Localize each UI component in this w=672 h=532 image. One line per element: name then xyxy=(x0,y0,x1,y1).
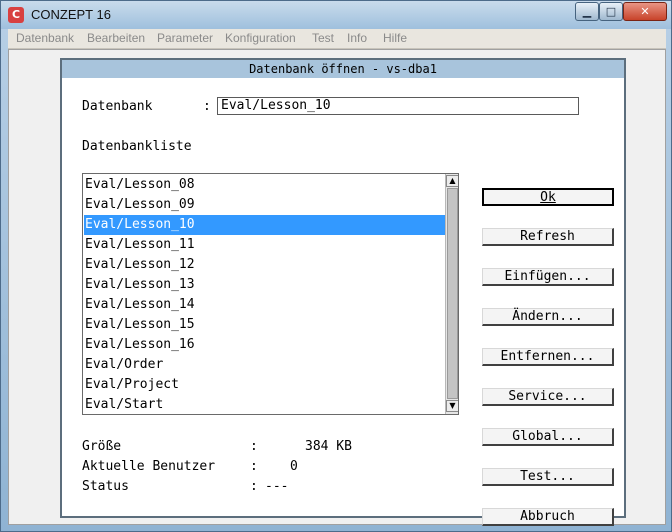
list-scrollbar[interactable]: ▲ ▼ xyxy=(445,174,458,414)
status-label: Status xyxy=(82,479,129,494)
menu-datenbank[interactable]: Datenbank xyxy=(16,31,74,45)
list-item[interactable]: Eval/Lesson_16 xyxy=(84,335,445,355)
current-users-label: Aktuelle Benutzer xyxy=(82,459,216,474)
status-colon: : xyxy=(250,479,258,494)
menu-bar: Datenbank Bearbeiten Parameter Konfigura… xyxy=(8,29,666,49)
scroll-up-icon[interactable]: ▲ xyxy=(446,175,458,187)
remove-button[interactable]: Entfernen... xyxy=(482,348,614,366)
app-window: C CONZEPT 16 ▁ □ ✕ Datenbank Bearbeiten … xyxy=(0,0,672,532)
status-value: --- xyxy=(265,479,289,494)
window-title: CONZEPT 16 xyxy=(31,7,111,22)
database-list-label: Datenbankliste xyxy=(82,139,192,154)
menu-konfiguration[interactable]: Konfiguration xyxy=(225,31,296,45)
database-label: Datenbank xyxy=(82,99,153,114)
list-item[interactable]: Eval/Lesson_12 xyxy=(84,255,445,275)
list-item[interactable]: Eval/Project xyxy=(84,375,445,395)
menu-hilfe[interactable]: Hilfe xyxy=(383,31,407,45)
size-label: Größe xyxy=(82,439,122,454)
maximize-button[interactable]: □ xyxy=(599,2,623,21)
open-database-dialog: Datenbank öffnen - vs-dba1 Datenbank : E… xyxy=(60,58,626,526)
dialog-title: Datenbank öffnen - vs-dba1 xyxy=(62,60,624,78)
list-item[interactable]: Eval/Start xyxy=(84,395,445,414)
scroll-thumb[interactable] xyxy=(447,188,458,399)
refresh-button[interactable]: Refresh xyxy=(482,228,614,246)
ok-button[interactable]: Ok xyxy=(482,188,614,206)
database-input[interactable]: Eval/Lesson_10 xyxy=(217,97,579,115)
client-area: Datenbank öffnen - vs-dba1 Datenbank : E… xyxy=(8,49,666,526)
list-item[interactable]: Eval/Lesson_09 xyxy=(84,195,445,215)
list-item[interactable]: Eval/Lesson_08 xyxy=(84,175,445,195)
current-users-value: 0 xyxy=(290,459,298,474)
database-colon: : xyxy=(203,99,211,114)
scroll-down-icon[interactable]: ▼ xyxy=(446,400,458,412)
menu-test[interactable]: Test xyxy=(312,31,334,45)
list-item[interactable]: Eval/Lesson_15 xyxy=(84,315,445,335)
minimize-button[interactable]: ▁ xyxy=(575,2,599,21)
close-button[interactable]: ✕ xyxy=(623,2,667,21)
list-item-selected[interactable]: Eval/Lesson_10 xyxy=(84,215,445,235)
database-list[interactable]: Eval/Lesson_08 Eval/Lesson_09 Eval/Lesso… xyxy=(82,173,459,415)
menu-info[interactable]: Info xyxy=(347,31,367,45)
menu-bearbeiten[interactable]: Bearbeiten xyxy=(87,31,145,45)
size-colon: : xyxy=(250,439,258,454)
title-bar[interactable]: C CONZEPT 16 ▁ □ ✕ xyxy=(1,1,671,29)
size-value: 384 KB xyxy=(305,439,352,454)
list-item[interactable]: Eval/Order xyxy=(84,355,445,375)
list-item[interactable]: Eval/Lesson_13 xyxy=(84,275,445,295)
ok-button-label: Ok xyxy=(540,190,556,205)
insert-button[interactable]: Einfügen... xyxy=(482,268,614,286)
service-button[interactable]: Service... xyxy=(482,388,614,406)
app-icon: C xyxy=(8,7,24,23)
list-item[interactable]: Eval/Lesson_11 xyxy=(84,235,445,255)
change-button[interactable]: Ändern... xyxy=(482,308,614,326)
global-button[interactable]: Global... xyxy=(482,428,614,446)
current-users-colon: : xyxy=(250,459,258,474)
test-button[interactable]: Test... xyxy=(482,468,614,486)
list-item[interactable]: Eval/Lesson_14 xyxy=(84,295,445,315)
cancel-button[interactable]: Abbruch xyxy=(482,508,614,526)
menu-parameter[interactable]: Parameter xyxy=(157,31,213,45)
